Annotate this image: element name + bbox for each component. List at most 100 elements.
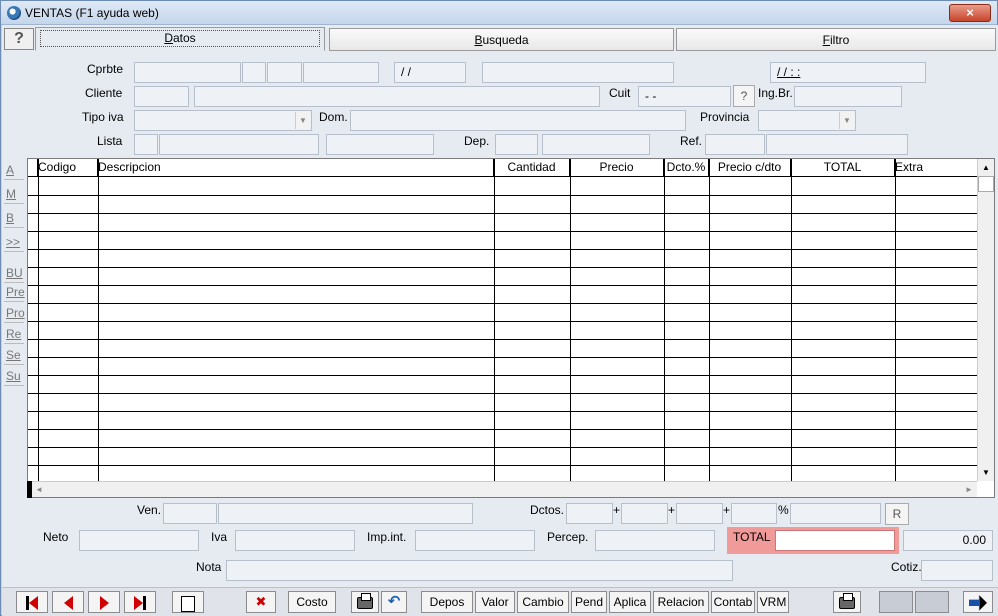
cprbte-number-field[interactable]	[303, 62, 379, 83]
relacion-button[interactable]: Relacion	[653, 591, 709, 613]
cprbte-type-field[interactable]	[134, 62, 241, 83]
cuit-help-button[interactable]: ?	[733, 85, 755, 107]
tab-datos[interactable]: Datos	[35, 27, 325, 51]
valor-button[interactable]: Valor	[475, 591, 515, 613]
ven-code-field[interactable]	[163, 503, 217, 524]
percep-field[interactable]	[595, 530, 715, 551]
grid-horizontal-scrollbar[interactable]: ◄ ►	[31, 481, 977, 497]
cotiz-field[interactable]	[921, 560, 993, 581]
cprbte-branch-field[interactable]	[267, 62, 302, 83]
print-button[interactable]	[351, 591, 379, 613]
column-header[interactable]: Dcto.%	[664, 159, 709, 177]
cliente-code-field[interactable]	[134, 86, 189, 107]
ven-name-field[interactable]	[218, 503, 473, 524]
toolbar-blank-button-2[interactable]	[915, 591, 949, 613]
cancel-document-button[interactable]: ✖	[246, 591, 276, 613]
column-header[interactable]: Descripcion	[98, 159, 494, 177]
next-record-button[interactable]	[88, 591, 120, 613]
first-record-button[interactable]	[16, 591, 48, 613]
grid-vertical-scrollbar[interactable]: ▲ ▼	[977, 159, 994, 481]
dep-name-field[interactable]	[542, 134, 650, 155]
scroll-right-icon[interactable]: ►	[961, 482, 977, 497]
tipoiva-select[interactable]: ▼	[134, 110, 312, 131]
tab-filtro[interactable]: Filtro	[676, 28, 996, 51]
cuit-label: Cuit	[609, 86, 631, 100]
total-box: TOTAL	[727, 527, 899, 554]
ref-extra-field[interactable]	[766, 134, 908, 155]
contab-button[interactable]: Contab	[711, 591, 755, 613]
iva-field[interactable]	[235, 530, 355, 551]
cotiz-label: Cotiz.	[891, 560, 922, 574]
cuit-field[interactable]: - -	[638, 86, 731, 107]
cprbte-datetime-field[interactable]: / / : :	[770, 62, 926, 83]
r-button[interactable]: R	[885, 503, 909, 525]
dcto-field-1[interactable]	[566, 503, 613, 524]
column-header[interactable]: Precio	[570, 159, 664, 177]
ventas-window: VENTAS (F1 ayuda web) × ? Datos Busqueda…	[0, 0, 998, 616]
undo-button[interactable]: ↶	[381, 591, 407, 613]
provincia-select[interactable]: ▼	[758, 110, 856, 131]
side-button-more[interactable]: >>	[4, 233, 24, 252]
lista-code-field[interactable]	[134, 134, 158, 155]
exit-icon	[969, 594, 987, 611]
dcto-total-field[interactable]	[790, 503, 881, 524]
dcto-field-4[interactable]	[731, 503, 777, 524]
grid-column-line	[664, 159, 665, 481]
cprbte-desc-field[interactable]	[482, 62, 674, 83]
side-button-bu[interactable]: BU	[4, 264, 24, 283]
aplica-button[interactable]: Aplica	[609, 591, 651, 613]
pend-button[interactable]: Pend	[571, 591, 607, 613]
exit-button[interactable]	[963, 591, 993, 613]
app-logo-icon	[7, 6, 21, 20]
grid-column-line	[98, 159, 99, 481]
new-document-button[interactable]	[172, 591, 204, 613]
scroll-thumb[interactable]	[978, 176, 994, 192]
column-header[interactable]: Extra	[895, 159, 978, 177]
cprbte-date-field[interactable]: / /	[394, 62, 466, 83]
depos-button[interactable]: Depos	[421, 591, 473, 613]
impint-field[interactable]	[415, 530, 535, 551]
side-button-m[interactable]: M	[4, 185, 24, 204]
cprbte-letter-field[interactable]	[242, 62, 266, 83]
costo-button[interactable]: Costo	[288, 591, 336, 613]
tab-busqueda[interactable]: Busqueda	[329, 28, 674, 51]
lista-name-field[interactable]	[159, 134, 319, 155]
ref-field[interactable]	[705, 134, 765, 155]
side-button-su[interactable]: Su	[4, 367, 24, 386]
grid-row-line	[28, 447, 978, 448]
cambio-button[interactable]: Cambio	[517, 591, 569, 613]
scroll-up-icon[interactable]: ▲	[978, 159, 994, 176]
dom-field[interactable]	[350, 110, 686, 131]
side-button-pre[interactable]: Pre	[4, 283, 25, 302]
side-button-se[interactable]: Se	[4, 346, 24, 365]
column-header[interactable]: Precio c/dto	[709, 159, 791, 177]
side-button-re[interactable]: Re	[4, 325, 24, 344]
close-button[interactable]: ×	[949, 4, 991, 22]
lista-extra-field[interactable]	[326, 134, 434, 155]
scroll-down-icon[interactable]: ▼	[978, 464, 994, 481]
previous-record-button[interactable]	[52, 591, 84, 613]
column-header[interactable]: TOTAL	[791, 159, 895, 177]
dcto-field-3[interactable]	[676, 503, 723, 524]
printer-icon	[839, 592, 855, 609]
ingbr-field[interactable]	[794, 86, 902, 107]
column-header[interactable]: Codigo	[38, 159, 98, 177]
total-input-field[interactable]	[775, 530, 895, 551]
cliente-name-field[interactable]	[194, 86, 600, 107]
dcto-field-2[interactable]	[621, 503, 668, 524]
side-button-b[interactable]: B	[4, 209, 24, 228]
print-preview-button[interactable]	[833, 591, 861, 613]
help-button[interactable]: ?	[4, 28, 34, 50]
scroll-left-icon[interactable]: ◄	[31, 482, 47, 497]
dep-code-field[interactable]	[495, 134, 538, 155]
nota-field[interactable]	[226, 560, 733, 581]
neto-field[interactable]	[79, 530, 199, 551]
side-button-pro[interactable]: Pro	[4, 304, 25, 323]
items-grid[interactable]: Codigo Descripcion Cantidad Precio Dcto.…	[27, 158, 995, 498]
toolbar-blank-button-1[interactable]	[879, 591, 913, 613]
side-button-a[interactable]: A	[4, 161, 24, 180]
total-value-field[interactable]: 0.00	[903, 530, 993, 551]
vrm-button[interactable]: VRM	[757, 591, 789, 613]
column-header[interactable]: Cantidad	[494, 159, 570, 177]
last-record-button[interactable]	[124, 591, 156, 613]
